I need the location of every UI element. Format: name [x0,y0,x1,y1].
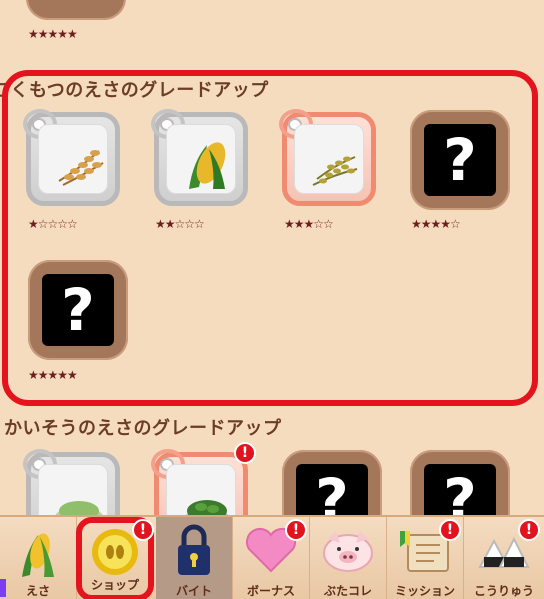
alert-badge: ! [518,519,540,541]
bottom-tab-bar: えさ ! ショップ バイト ! ボーナス ぶたコレ ! ミッション ! こうりゅ… [0,515,544,599]
grain-section-highlight [2,70,538,406]
tab-butakore[interactable]: ぶたコレ [310,517,387,599]
feed-bag [23,449,120,515]
tab-label: えさ [25,584,50,598]
left-edge-indicator [0,579,6,597]
tab-label: ボーナス [246,584,295,598]
seaweed-section-title: かいそうのえさのグレードアップ [4,418,282,439]
tab-label: ぶたコレ [323,584,372,598]
previous-locked-item[interactable] [26,0,126,20]
tab-shop[interactable]: ! ショップ [76,517,154,599]
lock-icon [178,524,210,575]
seaweed-item-locked-4[interactable]: ? [410,450,510,515]
feed-bag [151,449,248,515]
seaweed-leaves-icon [185,500,229,515]
tab-bonus[interactable]: ! ボーナス [233,517,310,599]
bag-inner [166,464,236,515]
tab-label: ミッション [394,584,455,598]
previous-item-stars: ★★★★★ [28,27,78,41]
alert-badge: ! [439,519,461,541]
tab-label: こうりゅう [473,584,534,598]
question-mark-icon: ? [296,464,368,515]
tab-mission[interactable]: ! ミッション [387,517,464,599]
bag-inner [38,464,108,515]
seaweed-item-locked-3[interactable]: ? [282,450,382,515]
alert-badge: ! [234,442,256,464]
alert-badge: ! [132,519,154,541]
question-mark-icon: ? [424,464,496,515]
tab-label: ショップ [90,578,139,592]
seaweed-item-2[interactable]: ! [150,442,256,515]
pig-icon [323,531,373,572]
upgrade-list[interactable]: ★★★★★ こくもつのえさのグレードアップ ★☆☆☆☆ ★★☆☆☆ ★★★☆☆ … [0,0,544,515]
corn-icon [22,533,54,577]
tab-esa[interactable]: えさ [0,517,77,599]
tab-kouryuu[interactable]: ! こうりゅう [464,517,544,599]
seaweed-powder-icon [55,501,103,515]
tab-baito[interactable]: バイト [156,517,233,599]
seaweed-item-1[interactable] [22,448,120,515]
alert-badge: ! [285,519,307,541]
tab-label: バイト [175,584,212,598]
